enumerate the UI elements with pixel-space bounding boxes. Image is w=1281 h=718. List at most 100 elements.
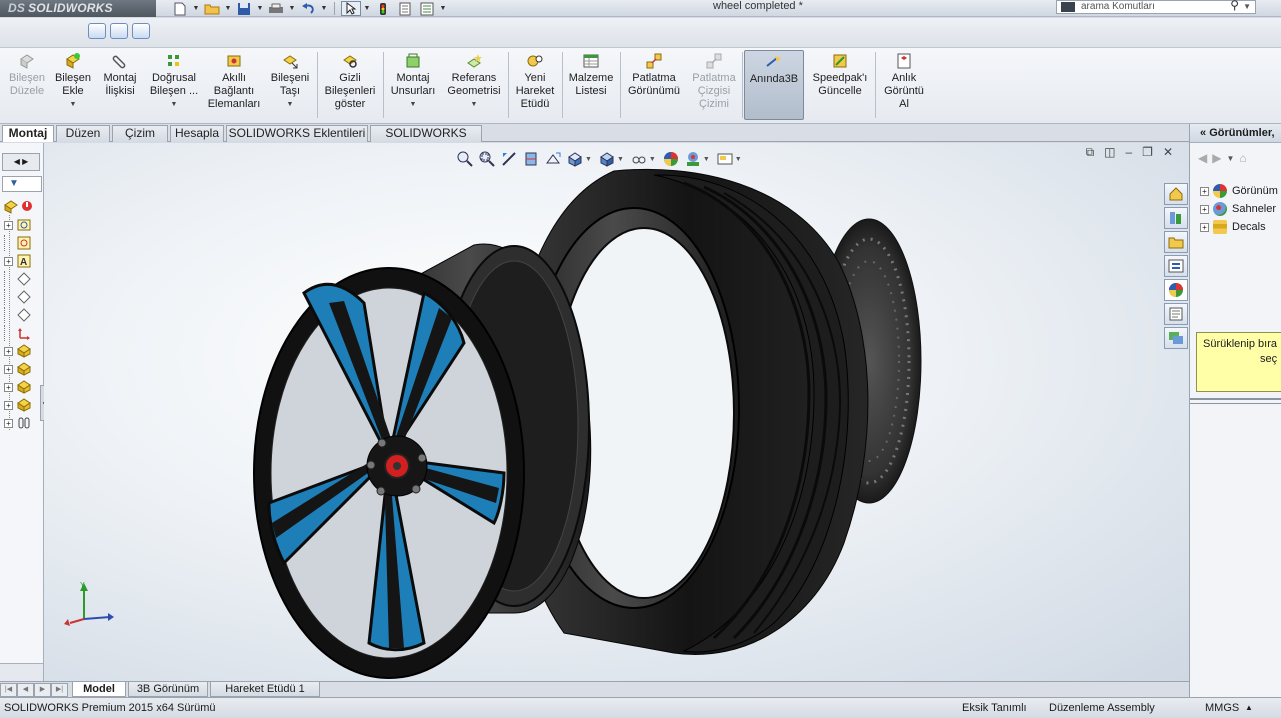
expand-icon[interactable]: + <box>1200 186 1209 196</box>
task-pane-item-appearances[interactable]: + Görünüm <box>1200 184 1278 198</box>
chevron-down-icon[interactable]: ▼ <box>288 5 296 12</box>
wheel-assembly-model[interactable] <box>44 143 1189 681</box>
chevron-down-icon[interactable]: ▼ <box>192 5 200 12</box>
forward-icon[interactable]: ▶ <box>1212 151 1221 165</box>
print-icon[interactable] <box>266 1 286 16</box>
tree-item-right-plane[interactable] <box>4 307 40 323</box>
search-icon[interactable]: ⚲ <box>1230 0 1239 11</box>
previous-tab-icon[interactable]: ◀ <box>17 683 34 697</box>
task-pane-splitter[interactable] <box>1190 398 1281 404</box>
tab-scroll-arrows[interactable]: |◀ ◀ ▶ ▶| <box>0 683 68 697</box>
view-palette-icon[interactable] <box>1164 255 1188 277</box>
task-pane-item-decals[interactable]: + Decals <box>1200 220 1266 234</box>
task-pane-item-scenes[interactable]: + Sahneler <box>1200 202 1276 216</box>
explode-line-sketch-button[interactable]: Patlatma Çizgisi Çizimi <box>688 52 740 111</box>
search-commands-input[interactable]: arama Komutları ⚲ ▼ <box>1056 0 1256 14</box>
mate-button[interactable]: Montaj İlişkisi <box>98 52 142 98</box>
assembly-features-button[interactable]: Montaj Unsurları ▼ <box>386 52 440 111</box>
chevron-down-icon[interactable]: ▼ <box>471 98 478 111</box>
search-category-icon[interactable] <box>1061 2 1075 12</box>
chevron-down-icon[interactable]: ▼ <box>363 5 371 12</box>
tree-item-top-plane[interactable] <box>4 289 40 305</box>
unit-system[interactable]: MMGS <box>1205 698 1239 718</box>
reference-geometry-button[interactable]: Referans Geometrisi ▼ <box>444 52 504 111</box>
tree-item-component-1[interactable]: + <box>4 343 40 359</box>
linear-pattern-button[interactable]: Doğrusal Bileşen ... ▼ <box>146 52 202 111</box>
tree-item-front-plane[interactable] <box>4 271 40 287</box>
design-library-icon[interactable] <box>1164 207 1188 229</box>
show-hidden-components-button[interactable]: Gizli Bileşenleri göster <box>320 52 380 111</box>
forum-icon[interactable] <box>1164 327 1188 349</box>
tree-item-assembly[interactable] <box>4 199 40 215</box>
expand-icon[interactable]: + <box>1200 204 1209 214</box>
chevron-down-icon[interactable]: ▼ <box>1226 154 1234 163</box>
file-properties-icon[interactable] <box>395 1 415 16</box>
tab-motion-study-1[interactable]: Hareket Etüdü 1 <box>210 682 320 697</box>
solidworks-logo[interactable]: DS SOLIDWORKS <box>0 0 156 17</box>
move-component-button[interactable]: Bileşeni Taşı ▼ <box>266 52 314 111</box>
custom-properties-icon[interactable] <box>1164 303 1188 325</box>
last-tab-icon[interactable]: ▶| <box>51 683 68 697</box>
chevron-down-icon[interactable]: ▼ <box>171 98 178 111</box>
tree-item-component-4[interactable]: + <box>4 397 40 413</box>
zoom-options-icon[interactable] <box>110 23 128 39</box>
exploded-view-button[interactable]: Patlatma Görünümü <box>623 52 685 98</box>
rebuild-icon[interactable] <box>373 1 393 16</box>
expand-icon[interactable]: + <box>4 364 13 374</box>
chevron-down-icon[interactable]: ▼ <box>320 5 328 12</box>
tree-filter-icon[interactable]: ▼ <box>2 176 42 192</box>
expand-icon[interactable]: + <box>4 382 13 392</box>
chevron-down-icon[interactable]: ▼ <box>1243 1 1251 13</box>
tab-sketch[interactable]: Çizim <box>112 125 168 142</box>
tree-item-origin[interactable] <box>4 325 40 341</box>
expand-icon[interactable]: + <box>4 400 13 410</box>
chevron-up-icon[interactable]: ▲ <box>1245 698 1253 718</box>
chevron-down-icon[interactable]: ▼ <box>410 98 417 111</box>
expand-icon[interactable]: + <box>4 220 13 230</box>
chevron-down-icon[interactable]: ▼ <box>287 98 294 111</box>
tree-item-component-2[interactable]: + <box>4 361 40 377</box>
instant3d-button[interactable]: Anında3B <box>744 50 804 120</box>
appearances-scenes-icon[interactable] <box>1164 279 1188 301</box>
graphics-area[interactable]: ▼ ▼ ▼ ▼ ▼ ⧉ ◫ – ❐ ✕ Y <box>44 143 1189 681</box>
options-icon[interactable] <box>417 1 437 16</box>
select-pointer-icon[interactable] <box>341 1 361 16</box>
tree-item-component-3[interactable]: + <box>4 379 40 395</box>
tab-mbd[interactable]: SOLIDWORKS MBD <box>370 125 482 155</box>
chevron-down-icon[interactable]: ▼ <box>256 5 264 12</box>
update-speedpak-button[interactable]: Speedpak'ı Güncelle <box>808 52 872 98</box>
chevron-down-icon[interactable]: ▼ <box>439 5 447 12</box>
tree-item-history[interactable]: + <box>4 217 40 233</box>
layout-options-icon[interactable] <box>132 23 150 39</box>
expand-icon[interactable]: + <box>1200 222 1209 232</box>
tree-horizontal-scrollbar[interactable] <box>0 663 43 681</box>
home-icon[interactable]: ⌂ <box>1239 151 1246 165</box>
tab-3d-view[interactable]: 3B Görünüm <box>128 682 208 697</box>
tree-item-mates[interactable]: + <box>4 415 40 431</box>
first-tab-icon[interactable]: |◀ <box>0 683 17 697</box>
take-snapshot-button[interactable]: Anlık Görüntü Al <box>878 52 930 111</box>
back-icon[interactable]: ◀ <box>1198 151 1207 165</box>
file-explorer-icon[interactable] <box>1164 231 1188 253</box>
tab-assembly[interactable]: Montaj <box>2 125 54 142</box>
solidworks-resources-icon[interactable] <box>1164 183 1188 205</box>
expand-icon[interactable]: + <box>4 418 13 428</box>
edit-component-button[interactable]: Bileşen Düzele <box>6 52 48 98</box>
view-options-icon[interactable] <box>88 23 106 39</box>
tree-nav-arrows[interactable]: ◀ ▶ <box>2 153 40 171</box>
new-motion-study-button[interactable]: Yeni Hareket Etüdü <box>511 52 559 111</box>
insert-components-button[interactable]: Bileşen Ekle ▼ <box>52 52 94 111</box>
rim-face[interactable] <box>253 267 525 679</box>
new-document-icon[interactable] <box>170 1 190 16</box>
expand-icon[interactable]: + <box>4 256 13 266</box>
bill-of-materials-button[interactable]: Malzeme Listesi <box>565 52 617 98</box>
undo-icon[interactable] <box>298 1 318 16</box>
tree-item-sensors[interactable] <box>4 235 40 251</box>
tab-model[interactable]: Model <box>72 682 126 697</box>
expand-icon[interactable]: + <box>4 346 13 356</box>
open-folder-icon[interactable] <box>202 1 222 16</box>
smart-fasteners-button[interactable]: Akıllı Bağlantı Elemanları <box>206 52 262 111</box>
chevron-down-icon[interactable]: ▼ <box>224 5 232 12</box>
tab-evaluate[interactable]: Hesapla <box>170 125 224 142</box>
tab-addins[interactable]: SOLIDWORKS Eklentileri <box>226 125 368 142</box>
